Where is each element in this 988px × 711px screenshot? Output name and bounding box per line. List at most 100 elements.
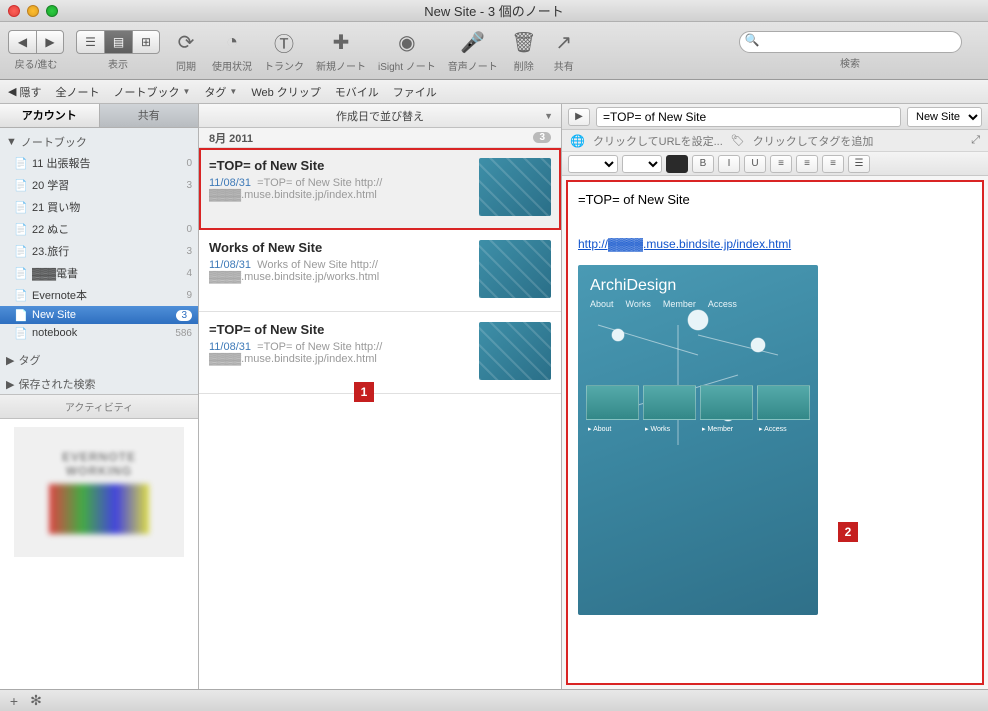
status-bar: + ✻ xyxy=(0,689,988,711)
note-item[interactable]: =TOP= of New Site 11/08/31 =TOP= of New … xyxy=(199,312,561,394)
expand-icon[interactable]: ⤢ xyxy=(971,134,980,147)
thumb-text: EVERNOTE xyxy=(62,450,136,464)
search-label: 検索 xyxy=(840,55,860,70)
filter-file[interactable]: ファイル xyxy=(393,84,437,100)
note-title: Works of New Site xyxy=(209,240,471,255)
view-label: 表示 xyxy=(108,56,128,71)
activity-header[interactable]: アクティビティ xyxy=(0,394,198,418)
note-item-selected[interactable]: =TOP= of New Site 11/08/31 =TOP= of New … xyxy=(199,148,561,230)
filter-bar: ◀ 隠す 全ノート ノートブック▼ タグ▼ Web クリップ モバイル ファイル xyxy=(0,80,988,104)
italic-button[interactable]: I xyxy=(718,155,740,173)
window-titlebar: New Site - 3 個のノート xyxy=(0,0,988,22)
content-title: =TOP= of New Site xyxy=(578,192,972,207)
view-thumb-button[interactable]: ⊞ xyxy=(132,30,160,54)
new-note-icon[interactable]: ✚ xyxy=(327,28,355,56)
trash-icon[interactable]: 🗑 xyxy=(510,28,538,56)
date-group-header: 8月 2011 3 xyxy=(199,128,561,148)
filter-mobile[interactable]: モバイル xyxy=(335,84,379,100)
notebook-item[interactable]: 11 出張報告0 xyxy=(0,152,198,174)
notebook-item[interactable]: notebook586 xyxy=(0,324,198,342)
notebook-item[interactable]: 21 買い物 xyxy=(0,196,198,218)
network-graphic xyxy=(578,265,818,615)
nav-label: 戻る/進む xyxy=(15,56,58,71)
sort-header[interactable]: 作成日で並び替え▼ xyxy=(199,104,561,128)
share-icon[interactable]: ↗ xyxy=(550,28,578,56)
note-list-panel: 作成日で並び替え▼ 8月 2011 3 =TOP= of New Site 11… xyxy=(199,104,562,689)
add-button[interactable]: + xyxy=(6,693,22,709)
note-title: =TOP= of New Site xyxy=(209,322,471,337)
size-select[interactable] xyxy=(622,155,662,173)
forward-button[interactable]: ▶ xyxy=(36,30,64,54)
activity-thumbnail: EVERNOTE WORKING xyxy=(0,418,198,689)
thumb-text: WORKING xyxy=(66,464,132,478)
usage-icon[interactable]: ◔ xyxy=(218,28,246,56)
notebook-item[interactable]: ▓▓▓電書4 xyxy=(0,262,198,284)
filter-webclip[interactable]: Web クリップ xyxy=(251,84,320,100)
main-toolbar: ◀ ▶ 戻る/進む ☰ ▤ ⊞ 表示 ⟳ 同期 ◔ 使用状況 Ⓣ トランク ✚ 新規ノー… xyxy=(0,22,988,80)
list-button[interactable]: ☰ xyxy=(848,155,870,173)
newnote-label: 新規ノート xyxy=(316,58,366,73)
play-button[interactable]: ▶ xyxy=(568,108,590,126)
underline-button[interactable]: U xyxy=(744,155,766,173)
hide-sidebar-button[interactable]: ◀ 隠す xyxy=(8,84,41,100)
search-input[interactable] xyxy=(739,31,962,53)
format-toolbar: B I U ≡ ≡ ≡ ☰ xyxy=(562,152,988,176)
note-thumbnail xyxy=(479,322,551,380)
audio-note-icon[interactable]: 🎤 xyxy=(459,28,487,56)
notebook-item[interactable]: 20 学習3 xyxy=(0,174,198,196)
note-item[interactable]: Works of New Site 11/08/31 Works of New … xyxy=(199,230,561,312)
settings-button[interactable]: ✻ xyxy=(28,693,44,709)
font-select[interactable] xyxy=(568,155,618,173)
notebook-item[interactable]: 23.旅行3 xyxy=(0,240,198,262)
main-area: アカウント 共有 ▼ ノートブック 11 出張報告0 20 学習3 21 買い物… xyxy=(0,104,988,689)
content-link[interactable]: http://▓▓▓▓.muse.bindsite.jp/index.html xyxy=(578,237,791,251)
notebook-list: 11 出張報告0 20 学習3 21 買い物 22 ぬこ0 23.旅行3 ▓▓▓… xyxy=(0,152,198,342)
note-detail-panel: ▶ New Site 🌐 クリックしてURLを設定... 🏷 クリックしてタグを… xyxy=(562,104,988,689)
delete-label: 削除 xyxy=(514,58,534,73)
filter-tags[interactable]: タグ▼ xyxy=(204,84,237,100)
date-count-badge: 3 xyxy=(533,132,551,143)
usage-label: 使用状況 xyxy=(212,58,252,73)
color-button[interactable] xyxy=(666,155,688,173)
sync-label: 同期 xyxy=(176,58,196,73)
sidebar: アカウント 共有 ▼ ノートブック 11 出張報告0 20 学習3 21 買い物… xyxy=(0,104,199,689)
tab-shared[interactable]: 共有 xyxy=(100,104,199,128)
annotation-callout-2: 2 xyxy=(838,522,858,542)
filter-notebooks[interactable]: ノートブック▼ xyxy=(113,84,190,100)
section-notebooks[interactable]: ▼ ノートブック xyxy=(0,128,198,152)
align-right-button[interactable]: ≡ xyxy=(822,155,844,173)
tag-prompt[interactable]: クリックしてタグを追加 xyxy=(753,133,874,149)
sync-icon[interactable]: ⟳ xyxy=(172,28,200,56)
notebook-item[interactable]: 22 ぬこ0 xyxy=(0,218,198,240)
annotation-callout-1: 1 xyxy=(354,382,374,402)
note-title: =TOP= of New Site xyxy=(209,158,471,173)
notebook-select[interactable]: New Site xyxy=(907,107,982,127)
trunk-label: トランク xyxy=(264,58,304,73)
filter-all-notes[interactable]: 全ノート xyxy=(55,84,99,100)
note-thumbnail xyxy=(479,240,551,298)
notebook-item-selected[interactable]: New Site3 xyxy=(0,306,198,324)
align-left-button[interactable]: ≡ xyxy=(770,155,792,173)
trunk-icon[interactable]: Ⓣ xyxy=(270,28,298,56)
bold-button[interactable]: B xyxy=(692,155,714,173)
thumb-graphic xyxy=(49,484,149,534)
window-title: New Site - 3 個のノート xyxy=(0,1,988,20)
notebook-item[interactable]: Evernote本9 xyxy=(0,284,198,306)
url-prompt[interactable]: クリックしてURLを設定... xyxy=(593,133,723,149)
note-thumbnail xyxy=(479,158,551,216)
section-saved-searches[interactable]: ▶ 保存された検索 xyxy=(0,370,198,394)
isight-icon[interactable]: ◉ xyxy=(393,28,421,56)
note-title-input[interactable] xyxy=(596,107,901,127)
share-label: 共有 xyxy=(554,58,574,73)
isight-label: iSight ノート xyxy=(378,58,436,73)
align-center-button[interactable]: ≡ xyxy=(796,155,818,173)
section-tags[interactable]: ▶ タグ xyxy=(0,346,198,370)
note-content[interactable]: =TOP= of New Site http://▓▓▓▓.muse.binds… xyxy=(566,180,984,685)
back-button[interactable]: ◀ xyxy=(8,30,36,54)
view-snippet-button[interactable]: ▤ xyxy=(104,30,132,54)
webpage-preview: ArchiDesign About Works Member Access ▸ … xyxy=(578,265,818,615)
audio-label: 音声ノート xyxy=(448,58,498,73)
tag-icon: 🏷 xyxy=(731,134,745,147)
tab-account[interactable]: アカウント xyxy=(0,104,100,128)
view-list-button[interactable]: ☰ xyxy=(76,30,104,54)
